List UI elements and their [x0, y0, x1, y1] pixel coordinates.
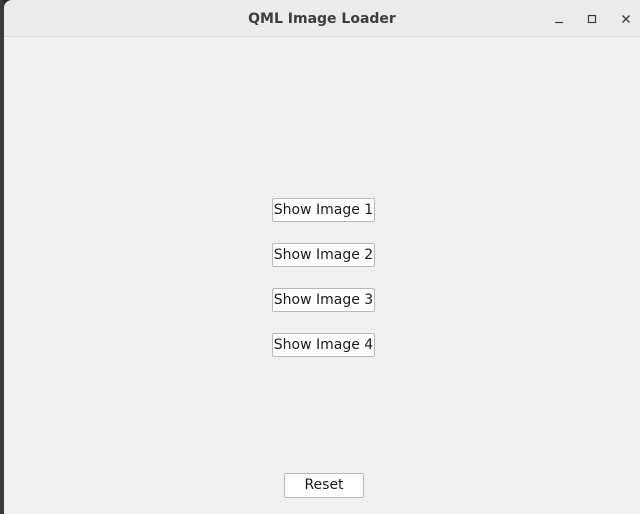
close-button[interactable] — [615, 8, 637, 30]
title-bar[interactable]: QML Image Loader — [4, 0, 640, 37]
reset-button[interactable]: Reset — [284, 473, 364, 498]
app-window: QML Image Loader Show Image 1 Show Image… — [4, 0, 640, 514]
show-image-1-button[interactable]: Show Image 1 — [272, 198, 375, 222]
window-title: QML Image Loader — [248, 11, 396, 27]
main-content: Show Image 1 Show Image 2 Show Image 3 S… — [4, 37, 640, 514]
close-icon — [622, 15, 630, 23]
show-image-2-button[interactable]: Show Image 2 — [272, 243, 375, 267]
maximize-button[interactable] — [581, 8, 603, 30]
minimize-button[interactable] — [548, 8, 570, 30]
maximize-icon — [587, 14, 597, 24]
show-image-3-button[interactable]: Show Image 3 — [272, 288, 375, 312]
show-image-4-button[interactable]: Show Image 4 — [272, 333, 375, 357]
minimize-icon — [555, 21, 563, 24]
